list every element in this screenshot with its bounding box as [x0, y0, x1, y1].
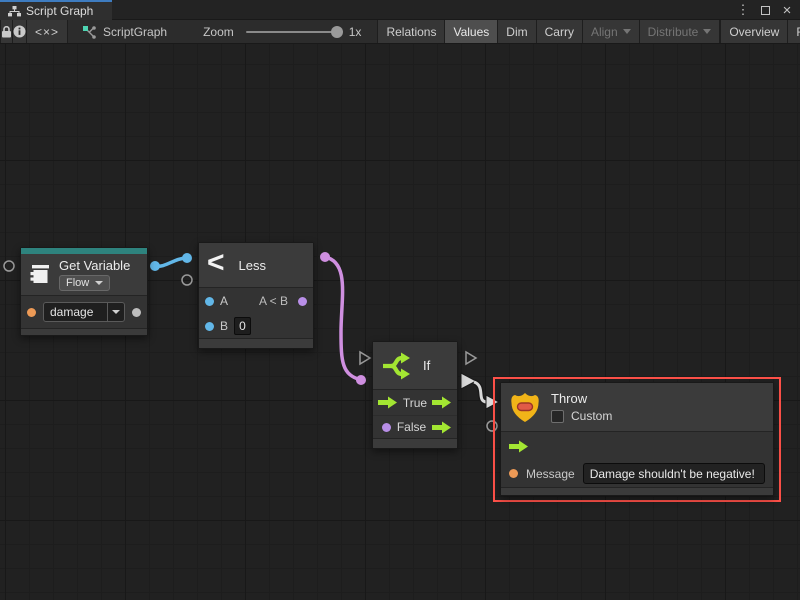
zoom-label: Zoom	[203, 25, 234, 39]
align-button[interactable]: Align	[582, 20, 640, 43]
flow-in-port[interactable]	[378, 396, 398, 409]
message-input-field[interactable]: Damage shouldn't be negative!	[583, 463, 765, 484]
overview-button[interactable]: Overview	[720, 20, 788, 43]
menu-icon[interactable]: ⋮	[734, 1, 752, 19]
chevron-down-icon	[95, 281, 103, 285]
graph-toolbar: <×> ScriptGraph Zoom 1x Relations Values…	[0, 20, 800, 44]
node-title: Less	[239, 258, 266, 273]
throw-shield-icon	[509, 390, 541, 424]
fullscreen-button[interactable]: Full Screen	[787, 20, 800, 43]
chevron-down-icon	[623, 29, 631, 34]
zoom-control: Zoom 1x	[203, 20, 361, 43]
relations-button[interactable]: Relations	[377, 20, 445, 43]
node-title: If	[423, 358, 430, 373]
lock-icon	[1, 26, 12, 38]
graph-canvas[interactable]: Get Variable Flow damage < Less	[0, 44, 800, 600]
flow-wire-start-arrow	[461, 373, 476, 389]
node-less[interactable]: < Less A A < B B 0	[198, 242, 314, 349]
graph-name-chip[interactable]: ScriptGraph	[82, 20, 167, 43]
close-icon[interactable]: ×	[778, 1, 796, 19]
tab-title: Script Graph	[26, 4, 93, 18]
node-throw[interactable]: Throw Custom Message Damage shouldn't be…	[500, 382, 774, 496]
message-port[interactable]	[509, 469, 518, 478]
dim-button[interactable]: Dim	[497, 20, 536, 43]
less-icon: <	[207, 248, 225, 278]
variable-scope-dropdown[interactable]: Flow	[59, 275, 110, 291]
zoom-slider-handle[interactable]	[331, 26, 343, 38]
branch-icon	[381, 351, 413, 381]
false-out-port[interactable]	[432, 421, 452, 434]
wire-less-to-if[interactable]	[325, 257, 361, 380]
variable-value-out-port[interactable]	[132, 308, 141, 317]
info-icon	[13, 25, 26, 38]
wire-endpoint	[150, 261, 160, 271]
message-label: Message	[526, 467, 575, 481]
condition-port[interactable]	[382, 423, 391, 432]
node-title: Throw	[551, 391, 612, 406]
wire-endpoint	[182, 253, 192, 263]
info-button[interactable]	[12, 20, 27, 43]
values-button[interactable]: Values	[444, 20, 498, 43]
graph-name-label: ScriptGraph	[103, 25, 167, 39]
port-hint-triangle[interactable]	[466, 352, 476, 364]
true-out-port[interactable]	[432, 396, 452, 409]
less-a-port[interactable]	[205, 297, 214, 306]
distribute-button[interactable]: Distribute	[639, 20, 721, 43]
zoom-value: 1x	[349, 25, 362, 39]
variable-name-port[interactable]	[27, 308, 36, 317]
zoom-slider[interactable]	[246, 31, 341, 33]
code-toggle-button[interactable]: <×>	[26, 20, 68, 43]
variable-name-dropdown[interactable]: damage	[43, 302, 125, 322]
carry-button[interactable]: Carry	[536, 20, 583, 43]
code-toggle-icon: <×>	[35, 25, 59, 39]
less-result-port[interactable]	[298, 297, 307, 306]
less-b-value-field[interactable]: 0	[234, 317, 251, 335]
node-if[interactable]: If True False	[372, 341, 458, 449]
maximize-icon[interactable]	[756, 1, 774, 19]
chevron-down-icon	[703, 29, 711, 34]
node-title: Get Variable	[59, 258, 130, 273]
tab-script-graph[interactable]: Script Graph	[0, 0, 112, 20]
scriptgraph-icon	[82, 25, 97, 39]
window-controls: ⋮ ×	[734, 0, 796, 20]
flow-in-port[interactable]	[509, 440, 529, 453]
tab-bar: Script Graph ⋮ ×	[0, 0, 800, 20]
port-hint-triangle[interactable]	[360, 352, 370, 364]
custom-checkbox-label: Custom	[571, 409, 612, 423]
node-get-variable[interactable]: Get Variable Flow damage	[20, 247, 148, 336]
wire-endpoint	[320, 252, 330, 262]
graph-tree-icon	[8, 6, 21, 17]
wire-endpoint	[356, 375, 366, 385]
port-hint-circle[interactable]	[182, 275, 192, 285]
less-b-port[interactable]	[205, 322, 214, 331]
custom-checkbox[interactable]	[551, 410, 564, 423]
chevron-down-icon	[112, 310, 120, 314]
variable-icon	[27, 263, 53, 287]
port-hint-circle[interactable]	[4, 261, 14, 271]
